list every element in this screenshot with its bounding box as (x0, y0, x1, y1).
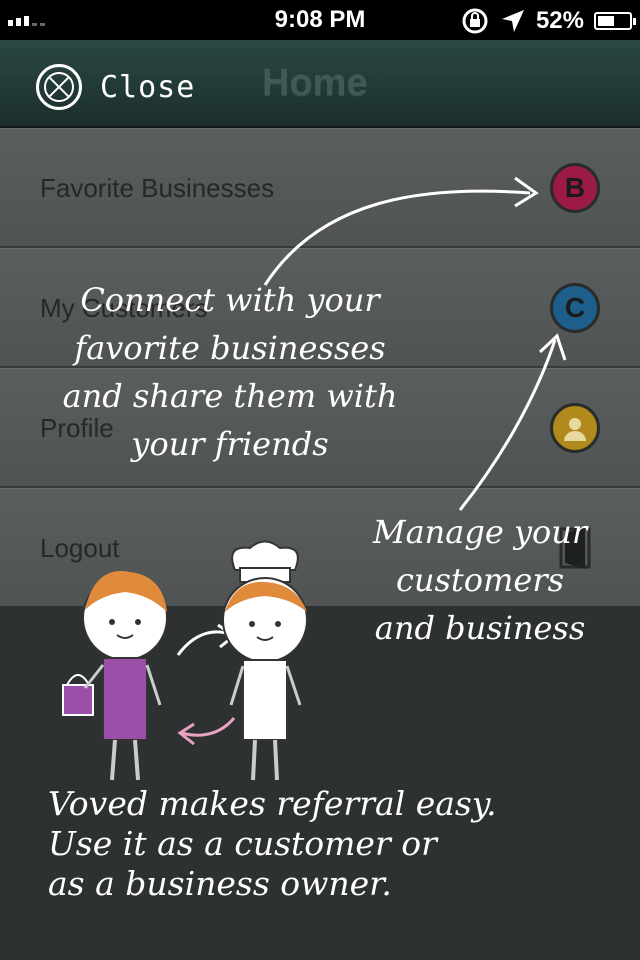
intro-text: Voved makes referral easy. Use it as a c… (48, 784, 497, 903)
customer-and-chef-illustration (62, 540, 308, 781)
connect-annotation: Connect with your favorite businesses an… (62, 281, 398, 463)
manage-annotation: Manage your customers and business (372, 513, 588, 647)
